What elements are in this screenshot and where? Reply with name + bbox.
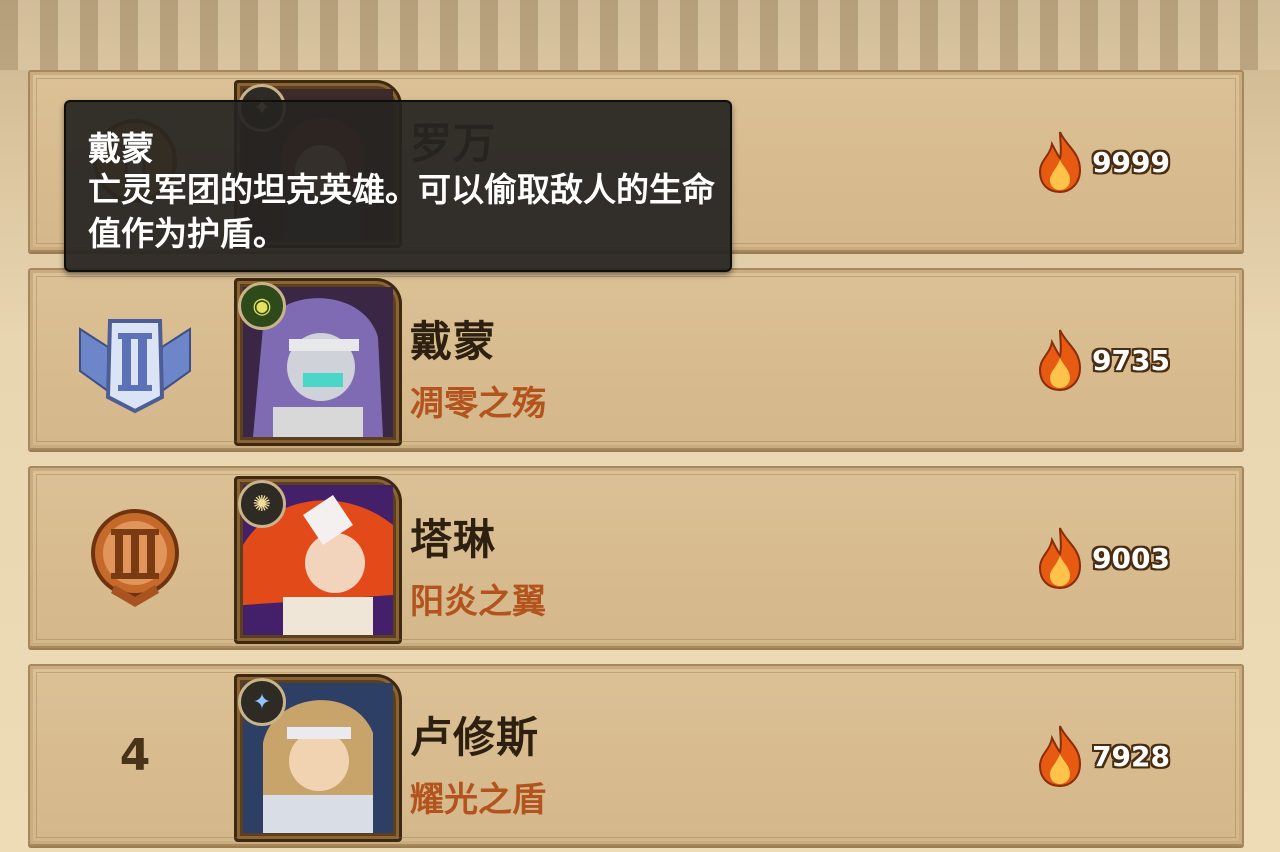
leaderboard-row-3[interactable]: ✺ 塔琳 阳炎之翼 9003: [28, 466, 1244, 648]
hero-name: 卢修斯: [410, 713, 540, 762]
power-display: 7928: [1034, 724, 1170, 788]
sun-class-icon: ✺: [238, 480, 286, 528]
flame-icon: [1039, 527, 1082, 590]
leaderboard-row-2[interactable]: ◉ 戴蒙 凋零之殇 9735: [28, 268, 1244, 450]
hero-title: 耀光之盾: [410, 780, 546, 820]
power-value: 9003: [1092, 541, 1170, 575]
rank-2-silver-emblem: [60, 270, 210, 448]
hero-name: 戴蒙: [410, 317, 497, 366]
power-value: 9735: [1092, 343, 1170, 377]
power-display: 9735: [1034, 328, 1170, 392]
power-display: 9003: [1034, 526, 1170, 590]
rank-number: 4: [119, 729, 151, 781]
tooltip-title: 戴蒙: [88, 129, 154, 168]
tooltip-description: 亡灵军团的坦克英雄。可以偷取敌人的生命值作为护盾。: [88, 170, 715, 253]
rank-3-bronze-emblem: [60, 468, 210, 646]
hero-name: 塔琳: [410, 515, 497, 564]
star-class-icon: ✦: [238, 678, 286, 726]
leaderboard-row-4[interactable]: 4 ✦ 卢修斯 耀光之盾 7928: [28, 664, 1244, 846]
flame-icon: [1039, 725, 1082, 788]
hero-title: 凋零之殇: [410, 384, 546, 424]
power-display: 9999: [1034, 130, 1170, 194]
power-value: 9999: [1092, 145, 1170, 179]
power-value: 7928: [1092, 739, 1170, 773]
rank-number-area: 4: [60, 666, 210, 844]
background-architecture: [0, 0, 1280, 70]
flame-icon: [1039, 329, 1082, 392]
eye-class-icon: ◉: [238, 282, 286, 330]
flame-icon: [1039, 131, 1082, 194]
hero-title: 阳炎之翼: [410, 582, 546, 622]
hero-tooltip: 戴蒙 亡灵军团的坦克英雄。可以偷取敌人的生命值作为护盾。: [64, 100, 732, 272]
